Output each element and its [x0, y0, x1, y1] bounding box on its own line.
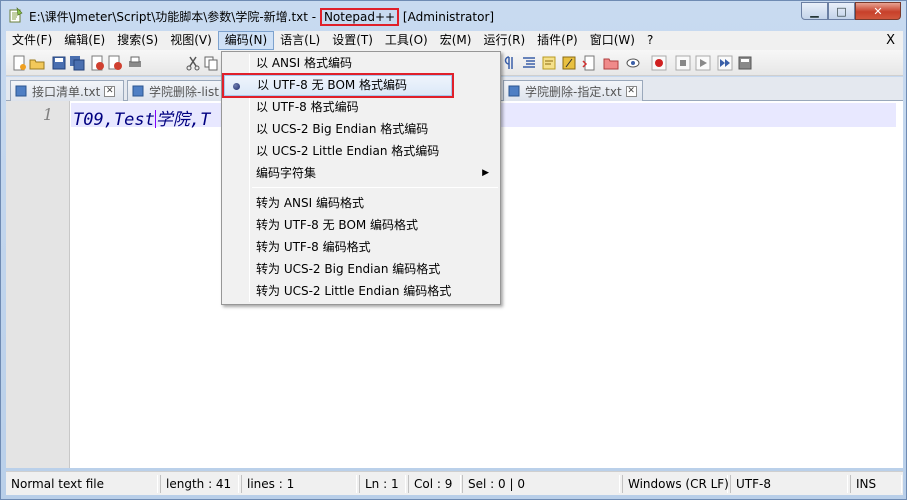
menu-item-label: 以 UTF-8 无 BOM 格式编码: [257, 78, 408, 92]
tab-college-delete-list[interactable]: 学院删除-list: [127, 80, 227, 101]
indent-guide-icon[interactable]: [520, 54, 538, 72]
menu-item-convert-ucs2-le[interactable]: 转为 UCS-2 Little Endian 编码格式: [224, 281, 498, 302]
window-controls: ▁ □ ✕: [801, 2, 901, 20]
status-col: Col : 9: [408, 475, 461, 493]
menu-separator: [252, 187, 498, 188]
menu-item-label: 转为 UTF-8 无 BOM 编码格式: [256, 218, 419, 232]
function-list-icon[interactable]: [560, 54, 578, 72]
maximize-button[interactable]: □: [828, 2, 855, 20]
status-encoding: UTF-8: [730, 475, 848, 493]
print-icon[interactable]: [126, 54, 144, 72]
title-app-name: Notepad++: [319, 8, 400, 26]
menu-search[interactable]: 搜索(S): [111, 31, 164, 50]
menu-item-convert-ansi[interactable]: 转为 ANSI 编码格式: [224, 193, 498, 214]
copy-icon[interactable]: [202, 54, 220, 72]
doc-map-icon[interactable]: [540, 54, 558, 72]
status-file-type: Normal text file: [6, 475, 158, 493]
status-lines: lines : 1: [241, 475, 357, 493]
monitor-icon[interactable]: [624, 54, 642, 72]
menu-help[interactable]: ?: [641, 31, 659, 50]
menu-item-label: 转为 UTF-8 编码格式: [256, 240, 371, 254]
menu-run[interactable]: 运行(R): [477, 31, 531, 50]
menu-bar: 文件(F) 编辑(E) 搜索(S) 视图(V) 编码(N) 语言(L) 设置(T) 工具(O)…: [6, 31, 903, 50]
code-text-after-caret: 学院,T: [155, 110, 211, 130]
menu-item-encode-utf8[interactable]: 以 UTF-8 格式编码: [224, 97, 498, 118]
status-eol: Windows (CR LF): [622, 475, 729, 493]
menu-view[interactable]: 视图(V): [164, 31, 218, 50]
close-file-icon[interactable]: [88, 54, 106, 72]
menu-file[interactable]: 文件(F): [6, 31, 58, 50]
menu-item-encode-utf8-no-bom[interactable]: 以 UTF-8 无 BOM 格式编码: [222, 73, 454, 98]
code-text-before-caret: T09,Test: [73, 110, 155, 130]
menu-edit[interactable]: 编辑(E): [58, 31, 111, 50]
open-file-icon[interactable]: [28, 54, 46, 72]
status-ln: Ln : 1: [359, 475, 406, 493]
menu-tools[interactable]: 工具(O): [379, 31, 434, 50]
menu-item-convert-utf8-no-bom[interactable]: 转为 UTF-8 无 BOM 编码格式: [224, 215, 498, 236]
menu-item-label: 编码字符集: [256, 166, 317, 180]
menu-item-character-sets[interactable]: 编码字符集 ▶: [224, 163, 498, 184]
menu-language[interactable]: 语言(L): [274, 31, 326, 50]
tab-interface-list[interactable]: 接口清单.txt ✕: [10, 80, 124, 101]
menu-item-convert-ucs2-be[interactable]: 转为 UCS-2 Big Endian 编码格式: [224, 259, 498, 280]
tab-label: 学院删除-list: [149, 84, 219, 99]
menu-macro[interactable]: 宏(M): [434, 31, 478, 50]
cut-icon[interactable]: [184, 54, 202, 72]
run-macro-multiple-icon[interactable]: [716, 54, 734, 72]
menu-item-encode-ansi[interactable]: 以 ANSI 格式编码: [224, 53, 498, 74]
menu-window[interactable]: 窗口(W): [584, 31, 641, 50]
menu-item-label: 转为 UCS-2 Big Endian 编码格式: [256, 262, 441, 276]
folder-icon[interactable]: [602, 54, 620, 72]
menu-item-label: 以 UCS-2 Big Endian 格式编码: [256, 122, 429, 136]
minimize-button[interactable]: ▁: [801, 2, 828, 20]
menu-item-label: 以 ANSI 格式编码: [256, 56, 352, 70]
tab-label: 学院删除-指定.txt: [525, 84, 622, 99]
status-insert-mode: INS: [850, 475, 902, 493]
menu-settings[interactable]: 设置(T): [326, 31, 379, 50]
file-tab-icon: [508, 85, 520, 97]
menu-item-label: 以 UCS-2 Little Endian 格式编码: [256, 144, 440, 158]
file-tab-icon: [15, 85, 27, 97]
file-tab-icon: [132, 85, 144, 97]
status-bar: Normal text file length : 41 lines : 1 L…: [6, 471, 903, 495]
tab-close-icon[interactable]: ✕: [104, 85, 116, 97]
tab-label: 接口清单.txt: [32, 84, 101, 99]
save-icon[interactable]: [50, 54, 68, 72]
save-macro-icon[interactable]: [736, 54, 754, 72]
status-sel: Sel : 0 | 0: [462, 475, 620, 493]
close-document-button[interactable]: X: [878, 33, 903, 48]
menu-encoding[interactable]: 编码(N): [217, 31, 275, 50]
line-number-gutter: 1: [6, 101, 70, 468]
code-line[interactable]: T09,Test学院,T: [73, 105, 210, 130]
menu-plugins[interactable]: 插件(P): [531, 31, 584, 50]
status-length: length : 41: [160, 475, 239, 493]
tab-college-delete-specified[interactable]: 学院删除-指定.txt ✕: [503, 80, 643, 101]
menu-item-label: 转为 UCS-2 Little Endian 编码格式: [256, 284, 452, 298]
record-macro-icon[interactable]: [650, 54, 668, 72]
encoding-menu: 以 ANSI 格式编码以 UTF-8 无 BOM 格式编码以 UTF-8 格式编…: [221, 51, 501, 305]
menu-item-label: 以 UTF-8 格式编码: [256, 100, 359, 114]
title-bar[interactable]: E:\课件\Jmeter\Script\功能脚本\参数\学院-新增.txt - …: [1, 1, 906, 31]
doc-switcher-icon[interactable]: [580, 54, 598, 72]
notepad-plus-plus-icon: [9, 7, 23, 23]
close-window-button[interactable]: ✕: [855, 2, 901, 20]
close-all-icon[interactable]: [106, 54, 124, 72]
menu-item-label: 转为 ANSI 编码格式: [256, 196, 364, 210]
save-all-icon[interactable]: [68, 54, 86, 72]
play-macro-icon[interactable]: [694, 54, 712, 72]
submenu-arrow-icon: ▶: [482, 168, 489, 178]
tab-close-icon[interactable]: ✕: [625, 85, 637, 97]
paragraph-icon[interactable]: [500, 54, 518, 72]
stop-macro-icon[interactable]: [674, 54, 692, 72]
title-path: E:\课件\Jmeter\Script\功能脚本\参数\学院-新增.txt -: [29, 10, 317, 24]
title-suffix: [Administrator]: [402, 10, 495, 24]
notepad-window: E:\课件\Jmeter\Script\功能脚本\参数\学院-新增.txt - …: [0, 0, 907, 500]
menu-item-convert-utf8[interactable]: 转为 UTF-8 编码格式: [224, 237, 498, 258]
radio-selected-icon: [233, 83, 240, 90]
window-title: E:\课件\Jmeter\Script\功能脚本\参数\学院-新增.txt - …: [29, 8, 495, 26]
menu-item-encode-ucs2-be[interactable]: 以 UCS-2 Big Endian 格式编码: [224, 119, 498, 140]
line-number: 1: [42, 105, 53, 124]
menu-item-encode-ucs2-le[interactable]: 以 UCS-2 Little Endian 格式编码: [224, 141, 498, 162]
new-file-icon[interactable]: [10, 54, 28, 72]
